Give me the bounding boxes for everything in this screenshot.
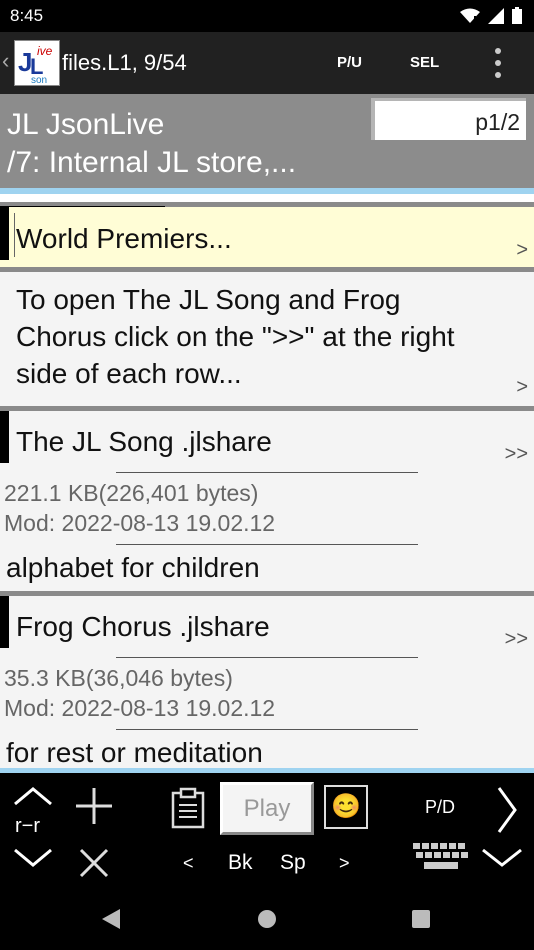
cursor-left-button[interactable]: < [183,853,194,874]
rr-button[interactable]: r−r [15,815,40,838]
nav-recents-icon[interactable] [411,909,431,929]
keyboard-icon[interactable] [412,841,470,873]
text-cursor [14,213,15,257]
toolbar-title: files.L1, 9/54 [62,50,187,75]
page-down-button[interactable]: P/D [425,797,455,818]
file-description: alphabet for children [6,552,260,583]
underline [116,544,418,545]
nav-back-icon[interactable] [101,908,121,930]
file-row[interactable]: Frog Chorus .jlshare >> 35.3 KB(36,046 b… [0,596,534,768]
section-row[interactable]: World Premiers... > [0,207,534,268]
wifi-icon [460,8,480,23]
status-icons [460,7,522,24]
page-indicator: p1/2 [475,109,520,135]
back-chevron-icon[interactable]: ‹ [2,48,9,74]
more-options-icon[interactable] [488,46,508,80]
add-icon[interactable] [74,786,114,826]
instruction-line-1: To open The JL Song and Frog [16,284,401,315]
file-name: Frog Chorus .jlshare [16,611,270,642]
header-title: JL JsonLive [7,108,165,141]
instruction-line-2: Chorus click on the ">>" at the right [16,321,455,352]
scroll-up-icon[interactable] [12,785,54,807]
signal-icon [488,7,504,24]
emoji-button[interactable]: 😊 [324,785,368,829]
page-up-button[interactable]: P/U [337,54,362,71]
status-bar: 8:45 [0,0,534,32]
next-chevron-icon[interactable] [495,785,519,835]
control-keypad: r−r Play 😊 P/D < Bk Sp > [0,773,534,883]
space-button[interactable]: Sp [280,851,306,875]
cursor-right-button[interactable]: > [339,853,350,874]
clipboard-icon[interactable] [170,787,206,829]
file-modified: Mod: 2022-08-13 19.02.12 [4,695,276,721]
backspace-button[interactable]: Bk [228,851,253,875]
file-list: World Premiers... > To open The JL Song … [0,194,534,768]
file-description: for rest or meditation [6,737,263,768]
nav-home-icon[interactable] [257,909,277,929]
instruction-line-3: side of each row... [16,358,242,389]
play-button[interactable]: Play [220,782,314,835]
select-button[interactable]: SEL [410,54,439,71]
file-size: 221.1 KB(226,401 bytes) [4,480,259,506]
underline [116,729,418,730]
underline [116,657,418,658]
hide-keyboard-chevron-icon[interactable] [480,847,524,869]
file-open-arrow[interactable]: >> [505,443,528,466]
row-marker [0,207,9,260]
row-marker [0,596,9,648]
section-title: World Premiers... [16,223,232,254]
delete-x-icon[interactable] [78,847,110,879]
battery-icon [512,7,522,24]
instruction-open-arrow[interactable]: > [516,376,528,399]
jsonlive-logo[interactable]: J L ive son [14,40,60,86]
file-size: 35.3 KB(36,046 bytes) [4,665,233,691]
app-toolbar: ‹ J L ive son files.L1, 9/54 P/U SEL [0,32,534,94]
svg-text:son: son [31,75,47,85]
underline [116,472,418,473]
row-marker [0,411,9,463]
file-row[interactable]: The JL Song .jlshare >> 221.1 KB(226,401… [0,411,534,591]
file-modified: Mod: 2022-08-13 19.02.12 [4,510,276,536]
file-name: The JL Song .jlshare [16,426,272,457]
page-indicator-box[interactable]: p1/2 [371,98,526,140]
svg-text:ive: ive [37,44,53,58]
instruction-row[interactable]: To open The JL Song and Frog Chorus clic… [0,272,534,407]
header-path: /7: Internal JL store,... [7,146,297,179]
file-open-arrow[interactable]: >> [505,628,528,651]
system-nav-bar [0,883,534,950]
status-time: 8:45 [10,6,44,25]
scroll-down-icon[interactable] [12,847,54,869]
section-open-arrow[interactable]: > [516,239,528,262]
header-panel: JL JsonLive /7: Internal JL store,... p1… [0,94,534,188]
